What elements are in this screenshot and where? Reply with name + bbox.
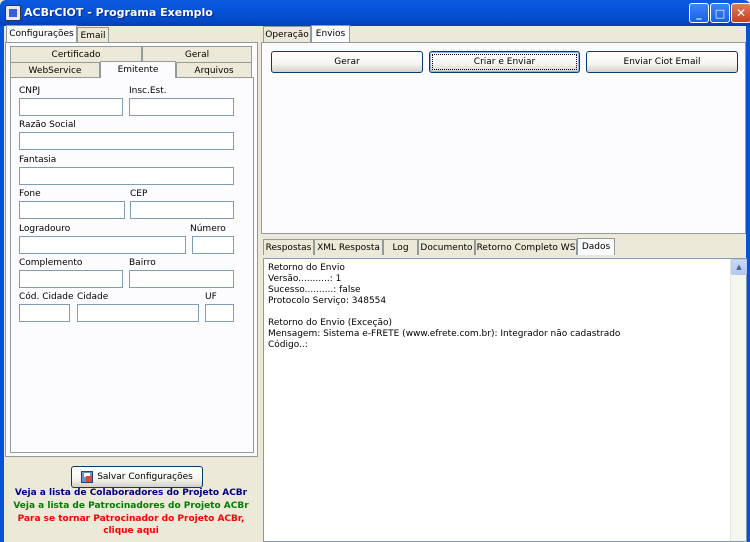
output-line: Protocolo Serviço: 348554 xyxy=(268,296,387,306)
insc-est-field[interactable] xyxy=(129,98,234,116)
cep-field[interactable] xyxy=(130,201,234,219)
tab-operacao[interactable]: Operação xyxy=(263,26,311,42)
logradouro-field[interactable] xyxy=(19,236,186,254)
tab-log[interactable]: Log xyxy=(383,239,418,255)
gerar-button[interactable]: Gerar xyxy=(271,51,423,73)
tab-dados[interactable]: Dados xyxy=(577,238,615,255)
bairro-field[interactable] xyxy=(129,270,234,288)
close-button[interactable]: ✕ xyxy=(731,3,750,23)
tab-documento[interactable]: Documento xyxy=(418,239,475,255)
output-line: Versão...........: 1 xyxy=(268,274,342,284)
cnpj-label: CNPJ xyxy=(19,86,41,96)
minimize-button[interactable]: _ xyxy=(689,3,709,23)
app-icon xyxy=(5,5,21,21)
window-frame-left xyxy=(0,26,4,542)
tab-emitente[interactable]: Emitente xyxy=(100,61,176,78)
patrocinadores-link[interactable]: Veja a lista de Patrocinadores do Projet… xyxy=(6,501,256,511)
criar-e-enviar-button[interactable]: Criar e Enviar xyxy=(429,51,580,73)
fantasia-label: Fantasia xyxy=(19,155,57,165)
colaboradores-link[interactable]: Veja a lista de Colaboradores do Projeto… xyxy=(6,488,256,498)
output-text: Retorno do Envio Versão...........: 1 Su… xyxy=(268,263,620,351)
output-line: Mensagem: Sistema e-FRETE (www.efrete.co… xyxy=(268,329,621,339)
clique-aqui-link[interactable]: clique aqui xyxy=(6,526,256,536)
output-memo[interactable]: Retorno do Envio Versão...........: 1 Su… xyxy=(263,258,747,542)
logradouro-label: Logradouro xyxy=(19,224,71,234)
save-icon xyxy=(81,471,94,483)
razao-social-label: Razão Social xyxy=(19,120,76,130)
vertical-scrollbar[interactable]: ▲ xyxy=(730,259,747,541)
razao-social-field[interactable] xyxy=(19,132,234,150)
insc-est-label: Insc.Est. xyxy=(129,86,167,96)
salvar-configuracoes-button[interactable]: Salvar Configurações xyxy=(71,466,203,488)
tab-email[interactable]: Email xyxy=(77,27,109,43)
numero-field[interactable] xyxy=(192,236,234,254)
tornar-patrocinador-link[interactable]: Para se tornar Patrocinador do Projeto A… xyxy=(6,514,256,524)
tab-configuracoes[interactable]: Configurações xyxy=(6,25,77,42)
cod-cidade-label: Cód. Cidade xyxy=(19,292,74,302)
cep-label: CEP xyxy=(130,189,148,199)
uf-label: UF xyxy=(205,292,217,302)
cod-cidade-field[interactable] xyxy=(19,304,70,322)
tab-webservice[interactable]: WebService xyxy=(10,62,100,78)
fantasia-field[interactable] xyxy=(19,167,234,185)
tab-geral[interactable]: Geral xyxy=(142,46,252,62)
salvar-configuracoes-label: Salvar Configurações xyxy=(97,472,193,482)
numero-label: Número xyxy=(190,224,226,234)
complemento-field[interactable] xyxy=(19,270,123,288)
cidade-field[interactable] xyxy=(77,304,199,322)
splitter[interactable] xyxy=(261,234,746,237)
complemento-label: Complemento xyxy=(19,258,83,268)
output-line: Retorno do Envio xyxy=(268,263,345,273)
tab-retorno-completo-ws[interactable]: Retorno Completo WS xyxy=(475,239,577,255)
tab-envios[interactable]: Envios xyxy=(311,25,350,42)
tab-respostas[interactable]: Respostas xyxy=(263,239,314,255)
output-line: Código..: xyxy=(268,340,308,350)
output-line: Retorno do Envio (Exceção) xyxy=(268,318,393,328)
maximize-button[interactable]: □ xyxy=(710,3,730,23)
bairro-label: Bairro xyxy=(129,258,156,268)
uf-field[interactable] xyxy=(205,304,234,322)
fone-label: Fone xyxy=(19,189,41,199)
window-title: ACBrCIOT - Programa Exemplo xyxy=(24,6,213,19)
scroll-up-icon[interactable]: ▲ xyxy=(731,259,747,275)
fone-field[interactable] xyxy=(19,201,125,219)
tab-xml-resposta[interactable]: XML Resposta xyxy=(314,239,383,255)
cnpj-field[interactable] xyxy=(19,98,123,116)
enviar-ciot-email-button[interactable]: Enviar Ciot Email xyxy=(586,51,738,73)
output-line: Sucesso..........: false xyxy=(268,285,361,295)
tab-certificado[interactable]: Certificado xyxy=(10,46,142,62)
tab-arquivos[interactable]: Arquivos xyxy=(176,62,252,78)
cidade-label: Cidade xyxy=(77,292,109,302)
